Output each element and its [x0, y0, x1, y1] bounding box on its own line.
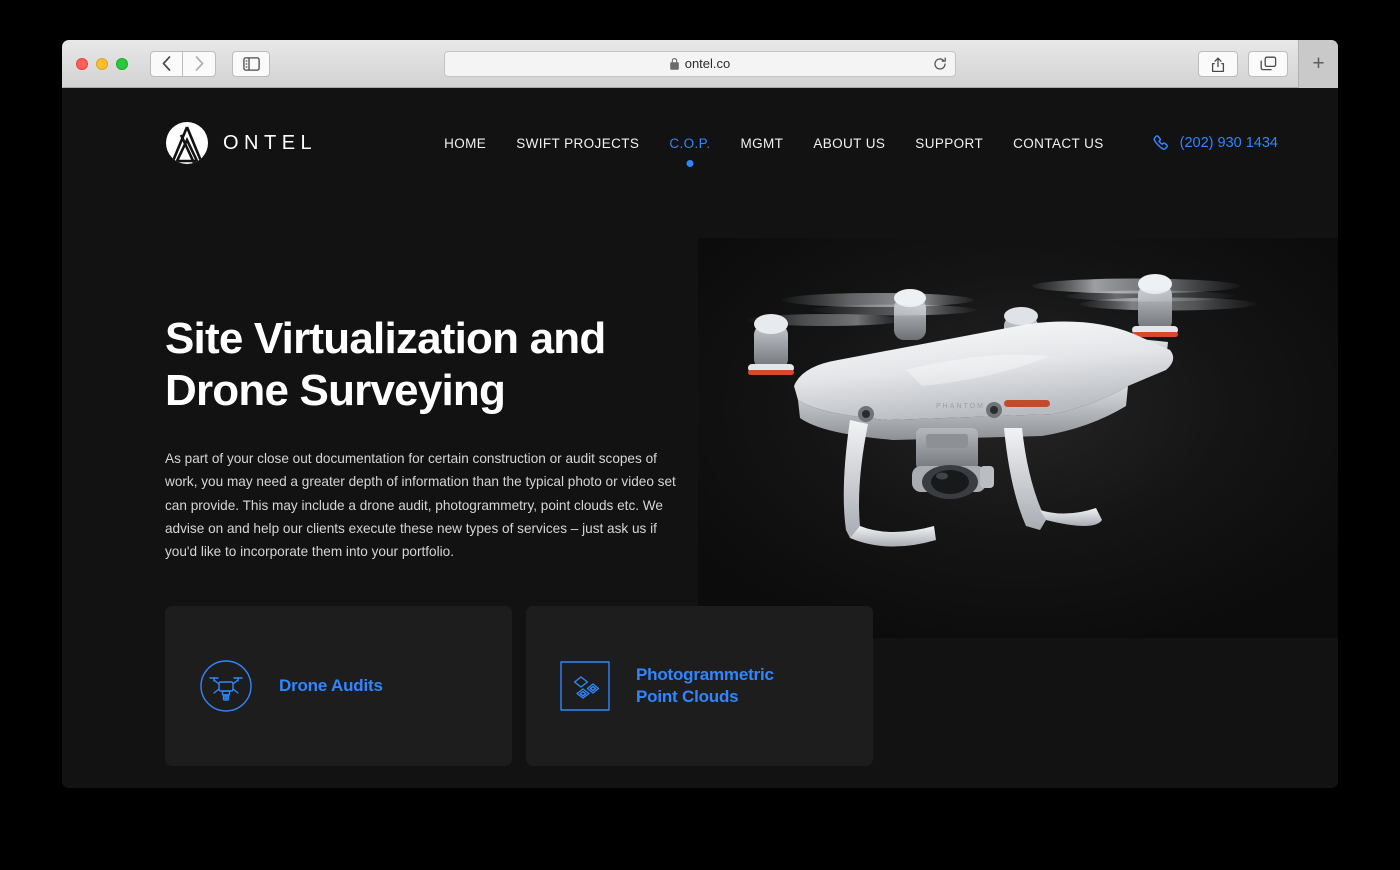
- brand-logo-link[interactable]: ONTEL: [165, 121, 317, 165]
- point-cloud-square-icon: [560, 661, 610, 711]
- address-bar[interactable]: ontel.co: [444, 50, 956, 77]
- tab-overview-button[interactable]: [1248, 51, 1288, 77]
- site-header: ONTEL HOME SWIFT PROJECTS C.O.P. MGMT AB…: [62, 88, 1338, 198]
- lock-icon: [669, 57, 679, 70]
- close-window-button[interactable]: [76, 57, 88, 70]
- chevron-right-icon: [195, 56, 203, 71]
- card-label-line-2: Point Clouds: [636, 687, 739, 706]
- ontel-logo-icon: [166, 122, 208, 164]
- card-photogrammetric-point-clouds[interactable]: Photogrammetric Point Clouds: [526, 606, 873, 766]
- page-title: Site Virtualization and Drone Surveying: [165, 313, 705, 417]
- brand-name: ONTEL: [223, 131, 318, 154]
- reload-icon: [934, 56, 946, 70]
- maximize-window-button[interactable]: [116, 57, 128, 70]
- forward-button[interactable]: [183, 50, 216, 77]
- phone-number: (202) 930 1434: [1179, 135, 1278, 151]
- chevron-left-icon: [162, 56, 171, 71]
- sidebar-toggle-button[interactable]: [232, 50, 270, 77]
- toolbar-right-actions: +: [1198, 40, 1338, 88]
- nav-item-cop-label: C.O.P.: [669, 135, 711, 151]
- nav-item-swift-projects[interactable]: SWIFT PROJECTS: [516, 136, 639, 151]
- svg-text:PHANTOM: PHANTOM: [936, 403, 985, 410]
- sidebar-toggle-icon: [242, 56, 260, 71]
- browser-window: ontel.co + PHANTOM ONTEL HOME SWIFT PROJ…: [62, 40, 1338, 788]
- navigation-buttons: [150, 50, 216, 77]
- back-button[interactable]: [150, 50, 183, 77]
- hero-drone-image: PHANTOM: [698, 238, 1338, 638]
- card-photogrammetric-point-clouds-label: Photogrammetric Point Clouds: [636, 664, 774, 709]
- drone-circle-icon-svg: [200, 660, 252, 712]
- url-text: ontel.co: [684, 56, 731, 71]
- card-drone-audits-label: Drone Audits: [279, 675, 383, 695]
- nav-item-support[interactable]: SUPPORT: [915, 136, 983, 151]
- nav-item-cop[interactable]: C.O.P.: [669, 135, 711, 167]
- reload-button[interactable]: [933, 56, 947, 71]
- hero-title-line-1: Site Virtualization and: [165, 314, 606, 363]
- drone-circle-icon: [199, 659, 253, 713]
- browser-toolbar: ontel.co +: [62, 40, 1338, 88]
- minimize-window-button[interactable]: [96, 57, 108, 70]
- new-tab-button[interactable]: +: [1298, 40, 1338, 88]
- card-drone-audits[interactable]: Drone Audits: [165, 606, 512, 766]
- service-cards: Drone Audits Photogrammetric Point Cloud…: [165, 606, 873, 766]
- web-page: PHANTOM ONTEL HOME SWIFT PROJECTS C.O.P.…: [62, 88, 1338, 788]
- main-navigation: HOME SWIFT PROJECTS C.O.P. MGMT ABOUT US…: [444, 134, 1278, 167]
- hero-paragraph: As part of your close out documentation …: [165, 450, 676, 560]
- share-icon: [1211, 57, 1225, 72]
- active-nav-indicator-dot: [686, 159, 694, 167]
- card-label-line-1: Photogrammetric: [636, 664, 774, 684]
- window-controls: [76, 57, 128, 70]
- nav-item-mgmt[interactable]: MGMT: [740, 136, 783, 151]
- tab-overview-icon: [1260, 56, 1276, 71]
- hero-title-line-2: Drone Surveying: [165, 365, 506, 415]
- phone-link[interactable]: (202) 930 1434: [1152, 134, 1278, 153]
- phone-icon: [1153, 134, 1168, 150]
- nav-item-contact-us[interactable]: CONTACT US: [1013, 136, 1104, 151]
- hero-content: Site Virtualization and Drone Surveying …: [165, 313, 705, 564]
- nav-item-about-us[interactable]: ABOUT US: [813, 136, 885, 151]
- drone-photo-illustration: PHANTOM: [698, 238, 1338, 638]
- share-button[interactable]: [1198, 51, 1238, 77]
- nav-item-home[interactable]: HOME: [444, 136, 486, 151]
- point-cloud-square-icon-svg: [560, 661, 610, 711]
